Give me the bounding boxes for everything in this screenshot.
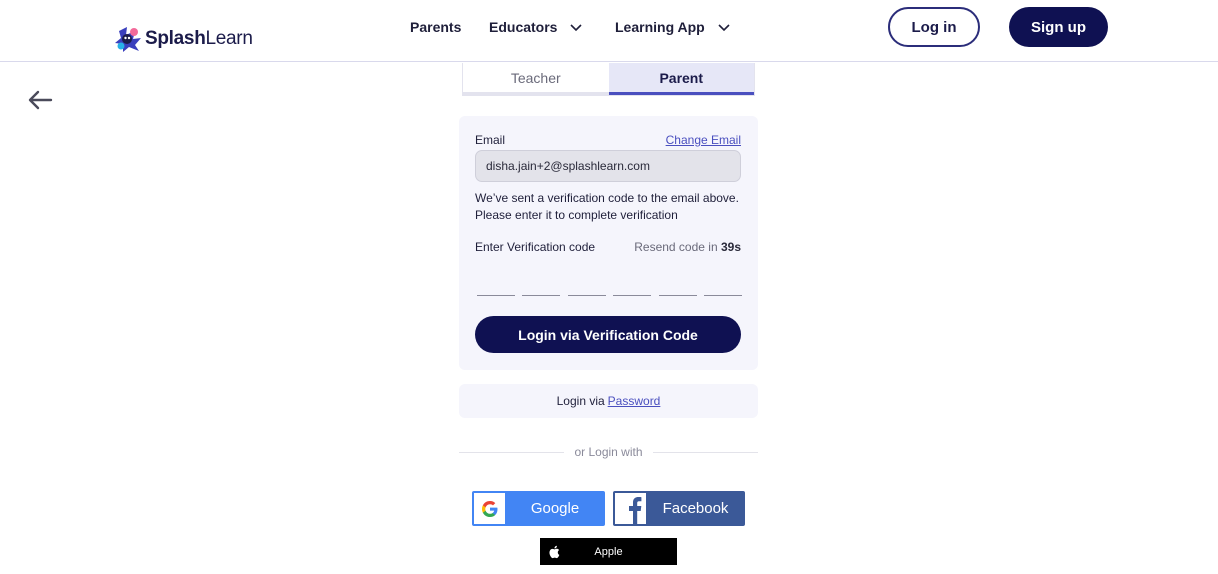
verification-card: Email Change Email disha.jain+2@splashle… xyxy=(459,116,758,370)
google-login-button[interactable]: Google xyxy=(472,491,605,526)
login-via-password-row: Login via Password xyxy=(459,384,758,418)
back-arrow-icon[interactable] xyxy=(27,89,53,111)
nav-learning-app[interactable]: Learning App xyxy=(615,19,731,35)
nav-educators[interactable]: Educators xyxy=(489,19,583,35)
role-tabs: Teacher Parent xyxy=(462,63,755,96)
otp-digit-4[interactable] xyxy=(613,281,651,296)
login-button[interactable]: Log in xyxy=(888,7,980,47)
social-divider: or Login with xyxy=(459,445,758,461)
password-link[interactable]: Password xyxy=(608,394,661,408)
verification-info: We’ve sent a verification code to the em… xyxy=(475,191,739,222)
signup-button[interactable]: Sign up xyxy=(1009,7,1108,47)
chevron-down-icon xyxy=(718,24,730,32)
login-via-code-button[interactable]: Login via Verification Code xyxy=(475,316,741,353)
facebook-login-button[interactable]: Facebook xyxy=(613,491,745,526)
nav-parents[interactable]: Parents xyxy=(410,19,461,35)
apple-icon xyxy=(549,545,560,558)
logo-text: SplashLearn xyxy=(145,28,253,49)
tab-teacher[interactable]: Teacher xyxy=(463,63,609,95)
resend-timer: Resend code in 39s xyxy=(634,240,741,254)
chevron-down-icon xyxy=(570,24,583,32)
email-field: disha.jain+2@splashlearn.com xyxy=(475,150,741,182)
otp-digit-1[interactable] xyxy=(477,281,515,296)
google-icon xyxy=(474,493,505,524)
otp-digit-2[interactable] xyxy=(522,281,560,296)
site-header: SplashLearn Parents Educators Learning A… xyxy=(0,0,1218,62)
apple-login-button[interactable]: Apple xyxy=(540,538,677,565)
splashlearn-logo-icon xyxy=(115,27,141,52)
tab-parent[interactable]: Parent xyxy=(608,63,754,95)
divider-text: or Login with xyxy=(574,445,643,459)
otp-digit-5[interactable] xyxy=(659,281,697,296)
otp-digit-6[interactable] xyxy=(704,281,742,296)
change-email-link[interactable]: Change Email xyxy=(666,133,741,147)
verification-code-label: Enter Verification code xyxy=(475,240,596,254)
otp-digit-3[interactable] xyxy=(568,281,606,296)
facebook-icon xyxy=(615,493,646,524)
email-label: Email xyxy=(475,133,506,147)
splashlearn-logo[interactable]: SplashLearn xyxy=(113,25,253,53)
